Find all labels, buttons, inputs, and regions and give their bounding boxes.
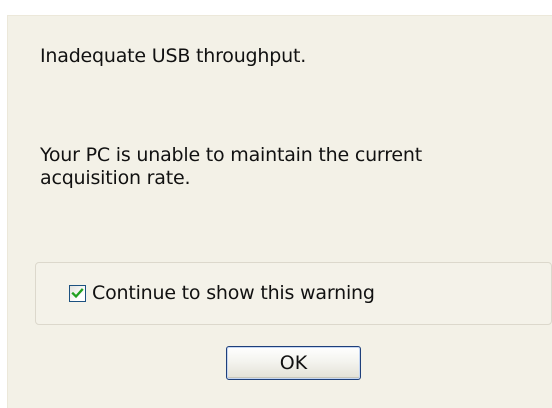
checkmark-icon bbox=[71, 288, 84, 299]
message-body: Your PC is unable to maintain the curren… bbox=[40, 144, 422, 189]
continue-warning-label[interactable]: Continue to show this warning bbox=[92, 282, 375, 304]
message-title: Inadequate USB throughput. bbox=[40, 45, 307, 67]
ok-button[interactable]: OK bbox=[226, 346, 361, 380]
warning-option-group: Continue to show this warning bbox=[35, 262, 552, 325]
continue-warning-checkbox[interactable] bbox=[69, 285, 86, 302]
